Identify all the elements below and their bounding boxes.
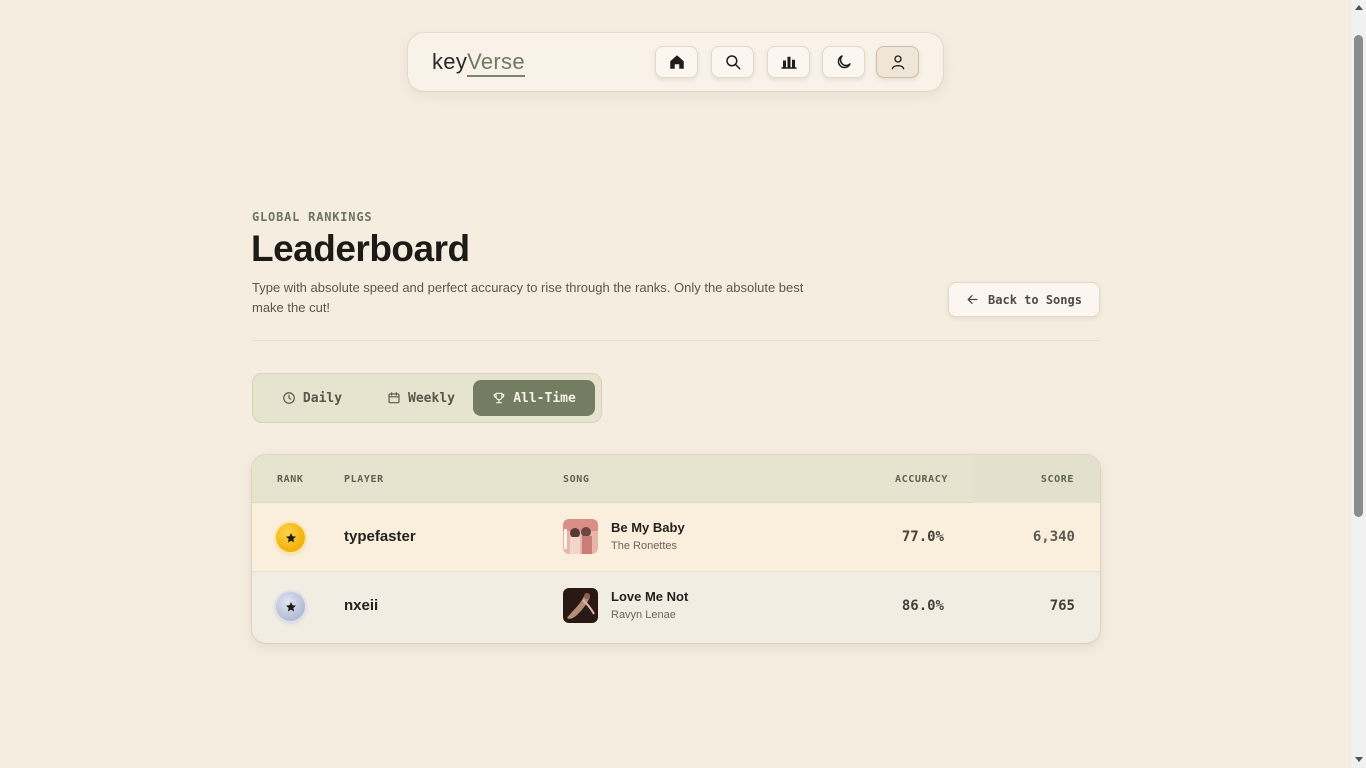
back-to-songs-button[interactable]: Back to Songs bbox=[948, 282, 1100, 317]
tab-all-time[interactable]: All-Time bbox=[473, 380, 595, 416]
scroll-down-arrow[interactable] bbox=[1355, 757, 1363, 762]
album-cover bbox=[563, 519, 598, 554]
album-art-icon bbox=[563, 519, 598, 554]
page-description: Type with absolute speed and perfect acc… bbox=[252, 280, 804, 315]
tab-weekly[interactable]: Weekly bbox=[371, 380, 471, 416]
stats-icon bbox=[781, 56, 796, 69]
profile-button[interactable] bbox=[876, 46, 919, 78]
tab-daily-label: Daily bbox=[302, 390, 343, 406]
theme-toggle-button[interactable] bbox=[822, 46, 865, 78]
table-header: RANK PLAYER SONG ACCURACY SCORE bbox=[252, 455, 1100, 503]
page-title: Leaderboard bbox=[251, 228, 470, 269]
song-artist: The Ronettes bbox=[611, 540, 678, 552]
period-tabs: Daily Weekly All-Time bbox=[252, 373, 602, 423]
scroll-thumb[interactable] bbox=[1354, 35, 1363, 517]
home-button[interactable] bbox=[655, 46, 698, 78]
tab-weekly-label: Weekly bbox=[408, 390, 455, 406]
tab-daily[interactable]: Daily bbox=[267, 380, 357, 416]
player-name[interactable]: typefaster bbox=[344, 528, 416, 545]
user-icon bbox=[891, 55, 904, 70]
arrow-left-icon bbox=[967, 295, 978, 304]
player-name[interactable]: nxeii bbox=[344, 597, 378, 614]
score-value: 6,340 bbox=[1032, 529, 1075, 545]
trophy-icon bbox=[493, 392, 505, 404]
column-header-rank: RANK bbox=[277, 474, 304, 485]
logo-verse: Verse bbox=[467, 49, 525, 77]
table-row[interactable]: typefaster Be My Baby The Ronettes 77.0%… bbox=[252, 503, 1100, 572]
scroll-up-arrow[interactable] bbox=[1355, 5, 1363, 10]
clock-icon bbox=[283, 392, 295, 404]
rank-badge-silver bbox=[276, 592, 305, 621]
score-value: 765 bbox=[1049, 598, 1075, 614]
back-to-songs-label: Back to Songs bbox=[988, 292, 1082, 307]
column-header-song: SONG bbox=[563, 474, 590, 485]
search-icon bbox=[725, 55, 740, 70]
accuracy-value: 77.0% bbox=[901, 529, 944, 545]
leaderboard-table: RANK PLAYER SONG ACCURACY SCORE typefast… bbox=[252, 455, 1100, 643]
page-scrollbar[interactable] bbox=[1351, 0, 1366, 768]
song-title[interactable]: Love Me Not bbox=[611, 589, 688, 604]
star-icon bbox=[285, 532, 296, 542]
rank-badge-gold bbox=[276, 523, 305, 552]
top-nav: keyVerse bbox=[408, 33, 943, 91]
logo-key: key bbox=[432, 49, 468, 74]
tab-all-time-label: All-Time bbox=[513, 390, 576, 406]
song-artist: Ravyn Lenae bbox=[611, 609, 676, 621]
accuracy-value: 86.0% bbox=[901, 598, 944, 614]
home-icon bbox=[669, 55, 684, 69]
column-header-player: PLAYER bbox=[344, 474, 384, 485]
table-row[interactable]: nxeii Love Me Not Ravyn Lenae 86.0% 765 bbox=[252, 572, 1100, 641]
section-eyebrow: GLOBAL RANKINGS bbox=[252, 210, 373, 224]
calendar-icon bbox=[388, 392, 400, 404]
column-header-score: SCORE bbox=[1040, 474, 1074, 485]
song-title[interactable]: Be My Baby bbox=[611, 520, 685, 535]
search-button[interactable] bbox=[711, 46, 754, 78]
album-art-icon bbox=[563, 588, 598, 623]
leaderboard-button[interactable] bbox=[767, 46, 810, 78]
divider bbox=[252, 340, 1100, 341]
album-cover bbox=[563, 588, 598, 623]
moon-icon bbox=[837, 55, 851, 69]
column-header-accuracy: ACCURACY bbox=[895, 474, 948, 485]
logo[interactable]: keyVerse bbox=[432, 49, 525, 77]
star-icon bbox=[285, 601, 296, 611]
